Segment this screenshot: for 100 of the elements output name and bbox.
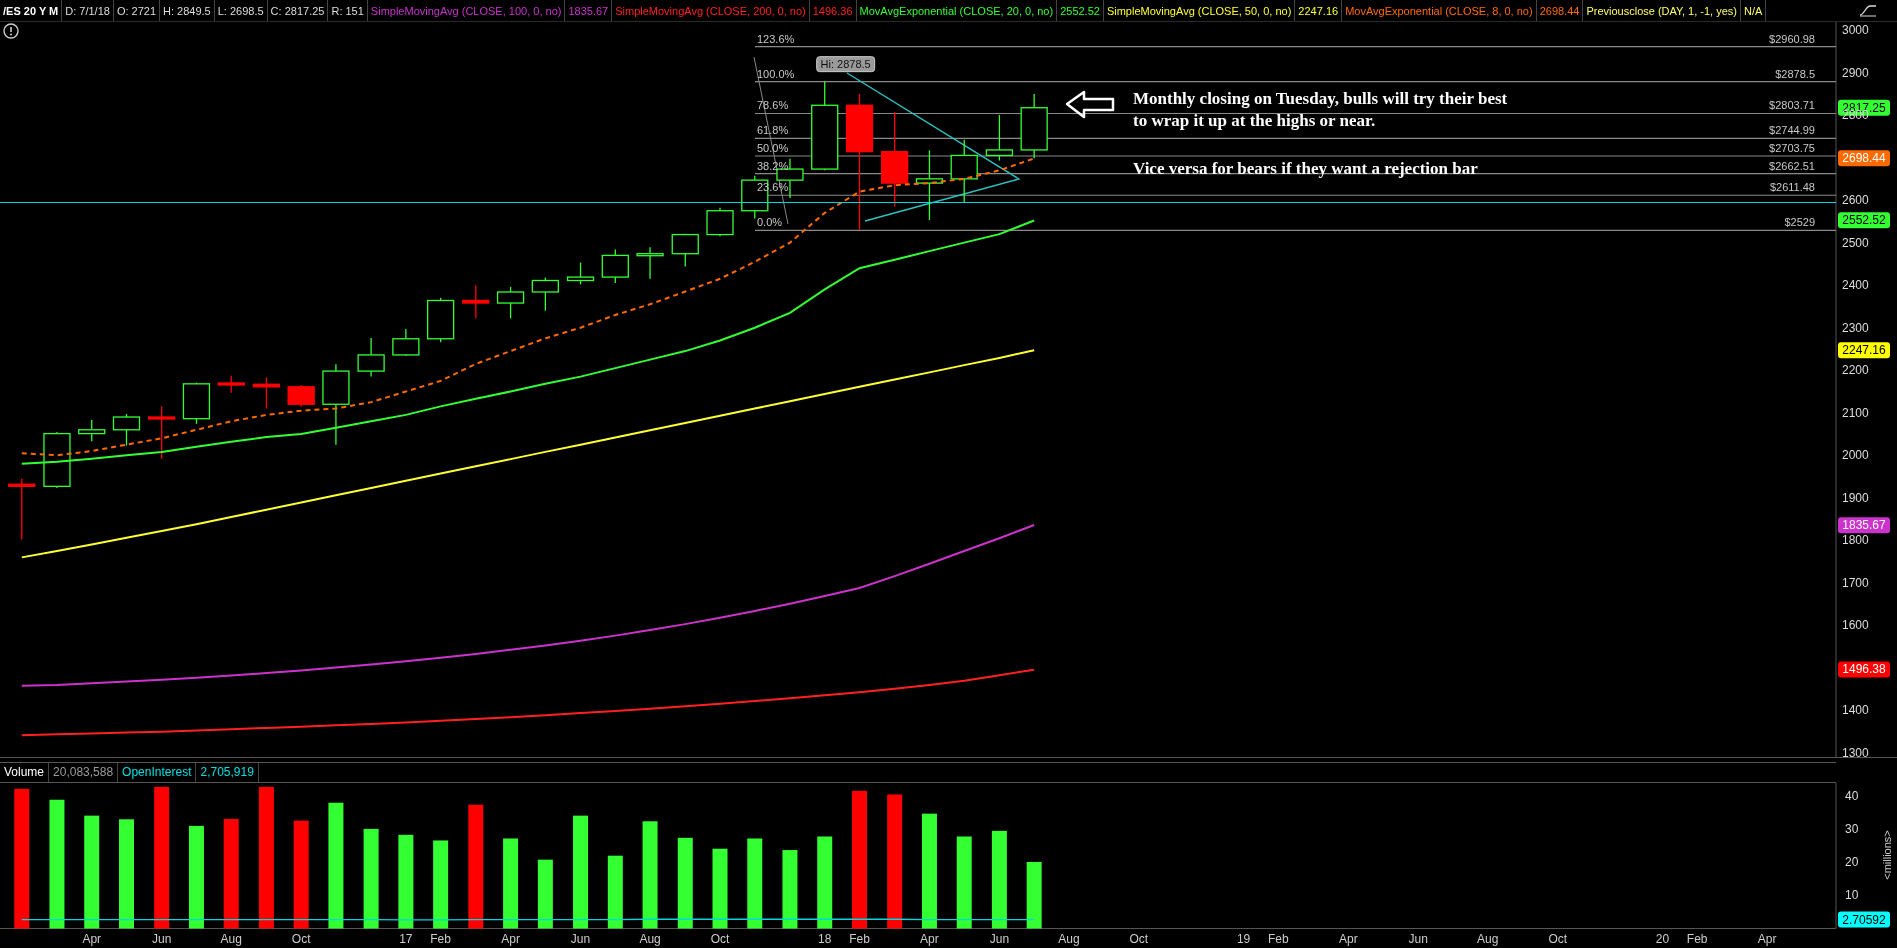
quote-field: D: 7/1/18 xyxy=(62,0,114,21)
candlestick xyxy=(915,149,944,221)
candlestick xyxy=(601,248,629,284)
price-badge: 1496.38 xyxy=(1838,661,1890,678)
axis-label: 20 xyxy=(1845,855,1859,870)
axis-label: 2300 xyxy=(1842,320,1869,335)
study-value: 2247.16 xyxy=(1295,0,1343,21)
quote-field: R: 151 xyxy=(328,0,368,21)
axis-label: 30 xyxy=(1845,822,1859,837)
fib-percent-label: 123.6% xyxy=(757,32,795,45)
annotation-text: Vice versa for bears if they want a rejection bar xyxy=(1133,158,1479,180)
axis-label: Jun xyxy=(152,932,172,946)
study-name: MovAvgExponential (CLOSE, 20, 0, no) xyxy=(856,0,1058,21)
info-icon[interactable] xyxy=(3,23,19,39)
candlestick xyxy=(392,328,420,357)
price-badge: 2247.16 xyxy=(1838,342,1890,359)
axis-label: Aug xyxy=(220,932,242,946)
fib-price-label: $2529 xyxy=(1784,216,1815,229)
candlestick xyxy=(8,478,36,541)
candlestick xyxy=(78,419,106,442)
axis-label: Jun xyxy=(570,932,591,946)
axis-label: Jun xyxy=(989,932,1010,946)
study-name: SimpleMovingAvg (CLOSE, 100, 0, no) xyxy=(367,0,566,21)
axis-label: 2200 xyxy=(1842,363,1869,378)
study-value: 2552.52 xyxy=(1057,0,1104,21)
volume-bar xyxy=(537,859,553,929)
quote-field: L: 2698.5 xyxy=(214,0,268,21)
candlestick xyxy=(148,405,176,460)
axis-label: Feb xyxy=(849,932,870,946)
candlestick xyxy=(566,262,595,285)
study-value: 1496.36 xyxy=(809,0,857,21)
candlestick xyxy=(43,431,71,489)
candlestick xyxy=(671,233,699,268)
axis-label: 18 xyxy=(818,932,832,946)
axis-label: 1800 xyxy=(1842,533,1869,548)
price-badge: 2.70592 xyxy=(1838,911,1890,928)
study-name: Previousclose (DAY, 1, -1, yes) xyxy=(1583,0,1741,21)
fib-price-label: $2744.99 xyxy=(1769,124,1815,137)
candlestick xyxy=(636,246,664,280)
axis-label: Oct xyxy=(1129,932,1149,946)
axis-label: Apr xyxy=(1338,932,1358,946)
candlestick xyxy=(357,337,385,378)
candlestick xyxy=(985,114,1014,162)
quote-field: O: 2721 xyxy=(113,0,161,21)
axis-label: 1300 xyxy=(1842,746,1869,757)
axis-label: Apr xyxy=(1757,932,1777,946)
price-badge: 2552.52 xyxy=(1838,212,1890,229)
candlestick xyxy=(950,139,978,204)
axis-label: Aug xyxy=(1058,932,1080,946)
candlestick xyxy=(1020,93,1048,159)
candlestick xyxy=(531,276,559,312)
candlestick xyxy=(217,375,245,394)
fib-price-label: $2611.48 xyxy=(1769,181,1815,194)
study-value: 2698.44 xyxy=(1536,0,1584,21)
axis-label: Aug xyxy=(639,932,661,946)
high-price-tag: Hi: 2878.5 xyxy=(816,56,876,73)
candlestick xyxy=(706,207,734,237)
candlestick xyxy=(182,381,211,425)
axis-label: 20 xyxy=(1655,932,1670,946)
symbol-label: /ES 20 Y M xyxy=(0,0,63,21)
axis-label: Oct xyxy=(1548,932,1568,946)
axis-label: 1600 xyxy=(1842,618,1869,633)
candlestick xyxy=(287,384,315,408)
axis-label: 10 xyxy=(1845,888,1859,903)
fib-percent-label: 78.6% xyxy=(757,99,789,112)
fib-percent-label: 50.0% xyxy=(757,142,789,154)
volume-value: 20,083,588 xyxy=(49,763,119,782)
curve-icon[interactable] xyxy=(1859,3,1877,17)
axis-label: Apr xyxy=(501,932,520,946)
open-interest-value: 2,705,919 xyxy=(196,763,259,782)
axis-label: 1400 xyxy=(1842,703,1869,718)
candlestick xyxy=(427,297,455,343)
study-value: N/A xyxy=(1741,0,1767,21)
study-name: SimpleMovingAvg (CLOSE, 200, 0, no) xyxy=(612,0,810,21)
axis-label: Apr xyxy=(920,932,939,946)
fib-percent-label: 0.0% xyxy=(757,216,783,229)
axis-label: 17 xyxy=(399,932,413,946)
fib-percent-label: 38.2% xyxy=(757,159,789,172)
axis-label: Oct xyxy=(710,932,730,946)
candlestick xyxy=(112,413,141,447)
axis-label: Aug xyxy=(1477,932,1499,946)
axis-label: 2400 xyxy=(1842,278,1869,293)
axis-label: Feb xyxy=(1268,932,1289,946)
axis-label: 1700 xyxy=(1842,575,1869,590)
price-badge: 1835.67 xyxy=(1838,517,1890,534)
quote-field: C: 2817.25 xyxy=(267,0,329,21)
fib-price-label: $2803.71 xyxy=(1769,99,1815,112)
axis-label: Feb xyxy=(1686,932,1708,946)
axis-label: 2500 xyxy=(1842,235,1869,250)
axis-label: 3000 xyxy=(1842,23,1869,37)
fib-price-label: $2878.5 xyxy=(1775,67,1815,80)
axis-label: Feb xyxy=(430,932,451,946)
arrow-icon xyxy=(1065,90,1115,119)
axis-label: 40 xyxy=(1845,789,1859,804)
fib-price-label: $2703.75 xyxy=(1769,142,1815,154)
candlestick xyxy=(252,376,281,410)
annotation-text: Monthly closing on Tuesday, bulls will try their best to wrap it up at the highs or near. xyxy=(1133,88,1508,132)
fib-percent-label: 100.0% xyxy=(757,67,795,80)
axis-label: 19 xyxy=(1236,932,1251,946)
study-name: MovAvgExponential (CLOSE, 8, 0, no) xyxy=(1342,0,1537,21)
